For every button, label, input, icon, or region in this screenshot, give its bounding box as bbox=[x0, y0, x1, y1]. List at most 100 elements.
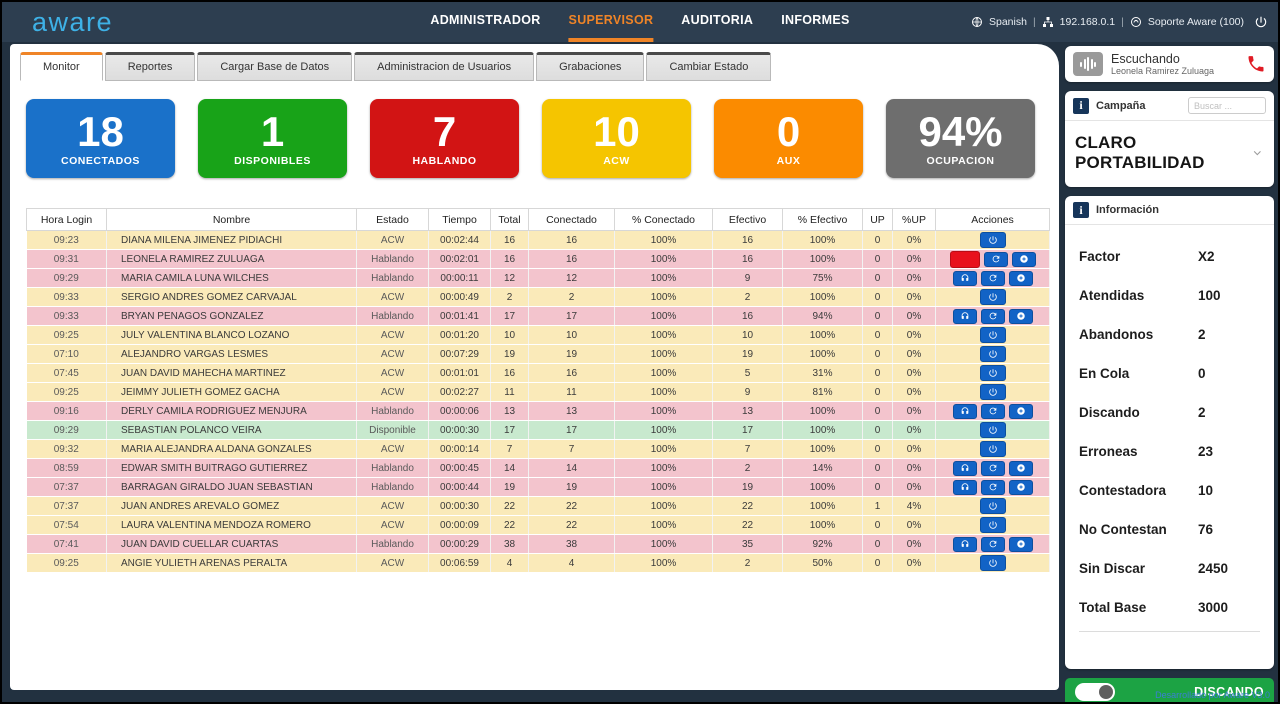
cell-conectado: 16 bbox=[529, 231, 615, 250]
disconnect-agent-button[interactable] bbox=[980, 365, 1006, 381]
cell-pct-conectado: 100% bbox=[615, 250, 713, 269]
whisper-call-button[interactable] bbox=[984, 252, 1008, 267]
cell-up: 0 bbox=[863, 421, 893, 440]
tab-cambiar-estado[interactable]: Cambiar Estado bbox=[646, 52, 771, 81]
column-header: % Efectivo bbox=[783, 209, 863, 231]
nav-item-auditoria[interactable]: AUDITORIA bbox=[681, 2, 753, 42]
cell-nombre: EDWAR SMITH BUITRAGO GUTIERREZ bbox=[107, 459, 357, 478]
info-label: Atendidas bbox=[1079, 288, 1198, 303]
disconnect-agent-button[interactable] bbox=[980, 232, 1006, 248]
cell-pct-conectado: 100% bbox=[615, 345, 713, 364]
cell-pct-conectado: 100% bbox=[615, 364, 713, 383]
info-value: 2 bbox=[1198, 327, 1260, 342]
power-icon bbox=[988, 387, 998, 397]
power-icon bbox=[988, 558, 998, 568]
listen-call-button[interactable] bbox=[953, 480, 977, 495]
table-row: 09:16DERLY CAMILA RODRIGUEZ MENJURAHabla… bbox=[27, 402, 1050, 421]
disconnect-agent-button[interactable] bbox=[980, 517, 1006, 533]
cell-pct-conectado: 100% bbox=[615, 440, 713, 459]
language-label[interactable]: Spanish bbox=[989, 16, 1027, 28]
cell-total: 22 bbox=[491, 516, 529, 535]
cell-efectivo: 19 bbox=[713, 478, 783, 497]
headphones-icon bbox=[960, 463, 970, 473]
main-nav: ADMINISTRADOR SUPERVISOR AUDITORIA INFORMES bbox=[430, 2, 849, 42]
disconnect-agent-button[interactable] bbox=[980, 498, 1006, 514]
disconnect-agent-button[interactable] bbox=[980, 555, 1006, 571]
column-header: Total bbox=[491, 209, 529, 231]
cell-pct-up: 0% bbox=[893, 288, 936, 307]
whisper-call-button[interactable] bbox=[981, 537, 1005, 552]
disconnect-agent-button[interactable] bbox=[980, 384, 1006, 400]
cell-tiempo: 00:01:20 bbox=[429, 326, 491, 345]
logout-power-icon[interactable] bbox=[1254, 15, 1268, 29]
column-header: % Conectado bbox=[615, 209, 713, 231]
cell-acciones bbox=[936, 288, 1050, 307]
listen-call-button[interactable] bbox=[953, 271, 977, 286]
stop-listen-button[interactable] bbox=[950, 251, 980, 268]
column-header: %UP bbox=[893, 209, 936, 231]
cell-nombre: MARIA ALEJANDRA ALDANA GONZALES bbox=[107, 440, 357, 459]
support-label[interactable]: Soporte Aware (100) bbox=[1148, 16, 1244, 28]
join-call-button[interactable] bbox=[1009, 309, 1033, 324]
info-row-erroneas: Erroneas23 bbox=[1079, 432, 1260, 471]
disconnect-agent-button[interactable] bbox=[980, 441, 1006, 457]
disconnect-agent-button[interactable] bbox=[980, 346, 1006, 362]
campaign-search-input[interactable] bbox=[1188, 97, 1266, 114]
tab-cargar-base-de-datos[interactable]: Cargar Base de Datos bbox=[197, 52, 352, 81]
info-row-no-contestan: No Contestan76 bbox=[1079, 510, 1260, 549]
join-call-button[interactable] bbox=[1009, 461, 1033, 476]
listen-call-button[interactable] bbox=[953, 461, 977, 476]
cell-efectivo: 16 bbox=[713, 250, 783, 269]
dialer-toggle[interactable] bbox=[1075, 683, 1115, 701]
table-row: 07:41JUAN DAVID CUELLAR CUARTASHablando0… bbox=[27, 535, 1050, 554]
whisper-call-button[interactable] bbox=[981, 480, 1005, 495]
cell-tiempo: 00:00:06 bbox=[429, 402, 491, 421]
cell-efectivo: 16 bbox=[713, 307, 783, 326]
campaign-title: Campaña bbox=[1096, 100, 1146, 112]
table-row: 09:25JEIMMY JULIETH GOMEZ GACHAACW00:02:… bbox=[27, 383, 1050, 402]
cell-up: 0 bbox=[863, 288, 893, 307]
tab-monitor[interactable]: Monitor bbox=[20, 52, 103, 81]
info-label: Factor bbox=[1079, 249, 1198, 264]
cell-pct-conectado: 100% bbox=[615, 307, 713, 326]
cell-acciones bbox=[936, 250, 1050, 269]
nav-item-administrador[interactable]: ADMINISTRADOR bbox=[430, 2, 540, 42]
whisper-call-button[interactable] bbox=[981, 309, 1005, 324]
cell-pct-efectivo: 100% bbox=[783, 497, 863, 516]
disconnect-agent-button[interactable] bbox=[980, 327, 1006, 343]
cell-nombre: JUAN ANDRES AREVALO GOMEZ bbox=[107, 497, 357, 516]
whisper-call-button[interactable] bbox=[981, 404, 1005, 419]
disconnect-agent-button[interactable] bbox=[980, 422, 1006, 438]
cell-pct-efectivo: 100% bbox=[783, 250, 863, 269]
cell-total: 10 bbox=[491, 326, 529, 345]
cell-acciones bbox=[936, 421, 1050, 440]
kpi-label: OCUPACION bbox=[927, 155, 995, 167]
listen-call-button[interactable] bbox=[953, 404, 977, 419]
phone-icon[interactable] bbox=[1246, 54, 1266, 74]
listen-call-button[interactable] bbox=[953, 537, 977, 552]
tab-administracion-de-usuarios[interactable]: Administracion de Usuarios bbox=[354, 52, 534, 81]
listening-title: Escuchando bbox=[1111, 52, 1214, 66]
join-call-button[interactable] bbox=[1009, 271, 1033, 286]
join-call-button[interactable] bbox=[1009, 537, 1033, 552]
whisper-call-button[interactable] bbox=[981, 271, 1005, 286]
join-call-button[interactable] bbox=[1012, 252, 1036, 267]
kpi-value: 18 bbox=[77, 110, 124, 154]
campaign-select[interactable]: CLARO PORTABILIDAD bbox=[1065, 121, 1274, 187]
tab-reportes[interactable]: Reportes bbox=[105, 52, 196, 81]
join-call-button[interactable] bbox=[1009, 404, 1033, 419]
cell-estado: Hablando bbox=[357, 535, 429, 554]
info-row-discando: Discando2 bbox=[1079, 393, 1260, 432]
cell-estado: Hablando bbox=[357, 478, 429, 497]
tab-grabaciones[interactable]: Grabaciones bbox=[536, 52, 644, 81]
cell-up: 0 bbox=[863, 440, 893, 459]
cell-pct-conectado: 100% bbox=[615, 231, 713, 250]
nav-item-supervisor[interactable]: SUPERVISOR bbox=[569, 2, 654, 42]
nav-item-informes[interactable]: INFORMES bbox=[781, 2, 849, 42]
listen-call-button[interactable] bbox=[953, 309, 977, 324]
cell-total: 38 bbox=[491, 535, 529, 554]
disconnect-agent-button[interactable] bbox=[980, 289, 1006, 305]
whisper-call-button[interactable] bbox=[981, 461, 1005, 476]
cell-tiempo: 00:00:30 bbox=[429, 497, 491, 516]
join-call-button[interactable] bbox=[1009, 480, 1033, 495]
